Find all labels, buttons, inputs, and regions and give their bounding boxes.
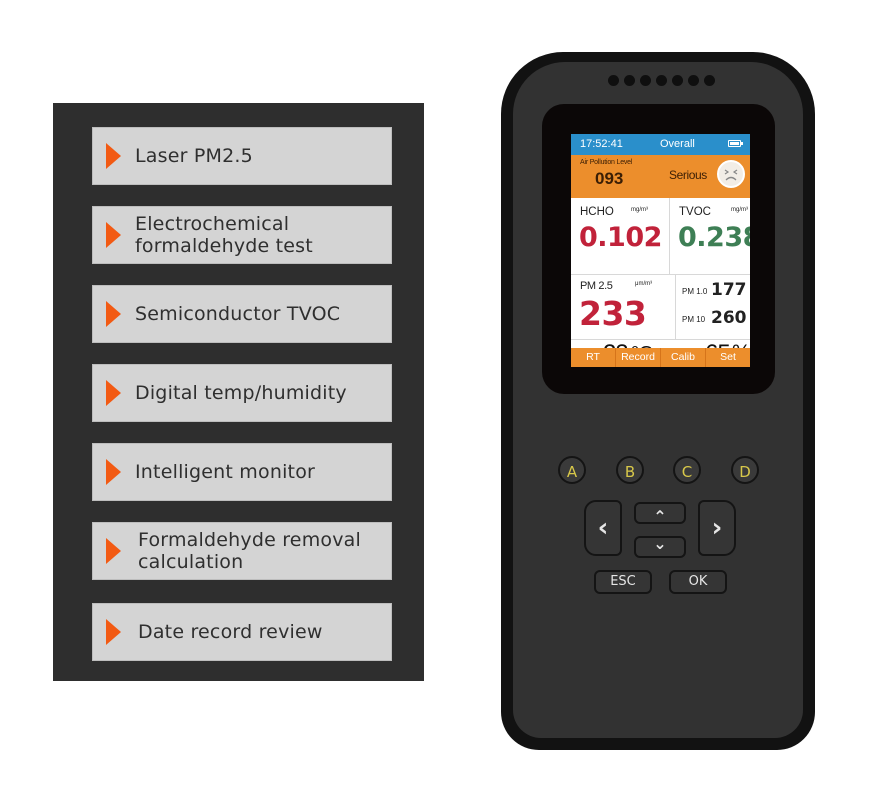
pm25-label: PM 2.5 <box>580 280 613 292</box>
divider <box>571 274 750 275</box>
feature-item: Laser PM2.5 <box>92 127 392 185</box>
hcho-label: HCHO <box>580 206 614 218</box>
esc-button[interactable]: ESC <box>594 570 652 594</box>
clock: 17:52:41 <box>580 138 623 150</box>
feature-item: Date record review <box>92 603 392 661</box>
nav-left-button[interactable]: ‹ <box>584 500 622 556</box>
mode-title: Overall <box>660 138 695 150</box>
feature-label: Formaldehyde removal calculation <box>138 529 361 573</box>
sad-face-icon <box>717 160 745 188</box>
pm25-unit: μm/m³ <box>635 281 653 287</box>
nav-right-button[interactable]: › <box>698 500 736 556</box>
orange-triangle-icon <box>106 301 121 327</box>
battery-icon <box>728 140 743 147</box>
pollution-panel: Air Pollution Level 093 Serious <box>571 155 750 198</box>
key-d[interactable]: D <box>731 456 759 484</box>
feature-label: Laser PM2.5 <box>135 145 253 167</box>
speaker-hole <box>624 75 635 86</box>
tvoc-label: TVOC <box>679 206 711 218</box>
feature-item: Digital temp/humidity <box>92 364 392 422</box>
orange-triangle-icon <box>106 538 121 564</box>
orange-triangle-icon <box>106 222 121 248</box>
feature-label: Intelligent monitor <box>135 461 316 483</box>
feature-item: Semiconductor TVOC <box>92 285 392 343</box>
softkey-calib[interactable]: Calib <box>660 348 705 367</box>
pm10-value: 260 <box>711 308 747 328</box>
key-a[interactable]: A <box>558 456 586 484</box>
chevron-up-icon: ⌃ <box>653 507 667 526</box>
orange-triangle-icon <box>106 619 121 645</box>
pollution-value: 093 <box>595 169 624 188</box>
softkey-set[interactable]: Set <box>705 348 750 367</box>
feature-label: Date record review <box>138 621 323 643</box>
orange-triangle-icon <box>106 380 121 406</box>
hcho-unit: mg/m³ <box>631 207 648 213</box>
ok-button[interactable]: OK <box>669 570 727 594</box>
chevron-right-icon: › <box>711 513 723 543</box>
softkey-record[interactable]: Record <box>615 348 660 367</box>
feature-label: Digital temp/humidity <box>135 382 347 404</box>
feature-item: Formaldehyde removal calculation <box>92 522 392 580</box>
speaker-hole <box>656 75 667 86</box>
feature-item: Intelligent monitor <box>92 443 392 501</box>
speaker-hole <box>608 75 619 86</box>
chevron-down-icon: ⌄ <box>653 534 667 553</box>
divider <box>669 198 670 274</box>
divider <box>675 275 676 339</box>
key-b[interactable]: B <box>616 456 644 484</box>
orange-triangle-icon <box>106 459 121 485</box>
pm10-label: PM 10 <box>682 315 706 324</box>
tvoc-unit: mg/m³ <box>731 207 748 213</box>
chevron-left-icon: ‹ <box>597 513 609 543</box>
device-face: 17:52:41 Overall Air Pollution Level 093… <box>513 62 803 738</box>
air-quality-monitor: 17:52:41 Overall Air Pollution Level 093… <box>501 52 815 750</box>
speaker-hole <box>672 75 683 86</box>
pm1-value: 177 <box>711 280 747 300</box>
screen-bezel: 17:52:41 Overall Air Pollution Level 093… <box>542 104 775 394</box>
device-screen: 17:52:41 Overall Air Pollution Level 093… <box>571 134 750 367</box>
features-panel: Laser PM2.5 Electrochemical formaldehyde… <box>53 103 424 681</box>
softkey-bar: RT Record Calib Set <box>571 348 750 367</box>
speaker-hole <box>688 75 699 86</box>
key-c[interactable]: C <box>673 456 701 484</box>
hcho-value: 0.102 <box>579 222 662 253</box>
nav-up-button[interactable]: ⌃ <box>634 502 686 526</box>
status-bar: 17:52:41 Overall <box>571 134 750 155</box>
nav-down-button[interactable]: ⌄ <box>634 536 686 558</box>
pm25-value: 233 <box>579 294 647 333</box>
feature-label: Electrochemical formaldehyde test <box>135 213 313 257</box>
pollution-label: Air Pollution Level <box>580 159 633 166</box>
speaker-hole <box>704 75 715 86</box>
tvoc-value: 0.238 <box>678 222 750 253</box>
speaker-hole <box>640 75 651 86</box>
orange-triangle-icon <box>106 143 121 169</box>
feature-label: Semiconductor TVOC <box>135 303 341 325</box>
feature-item: Electrochemical formaldehyde test <box>92 206 392 264</box>
pollution-status: Serious <box>669 168 707 182</box>
softkey-rt[interactable]: RT <box>571 348 615 367</box>
pm1-label: PM 1.0 <box>682 287 708 296</box>
